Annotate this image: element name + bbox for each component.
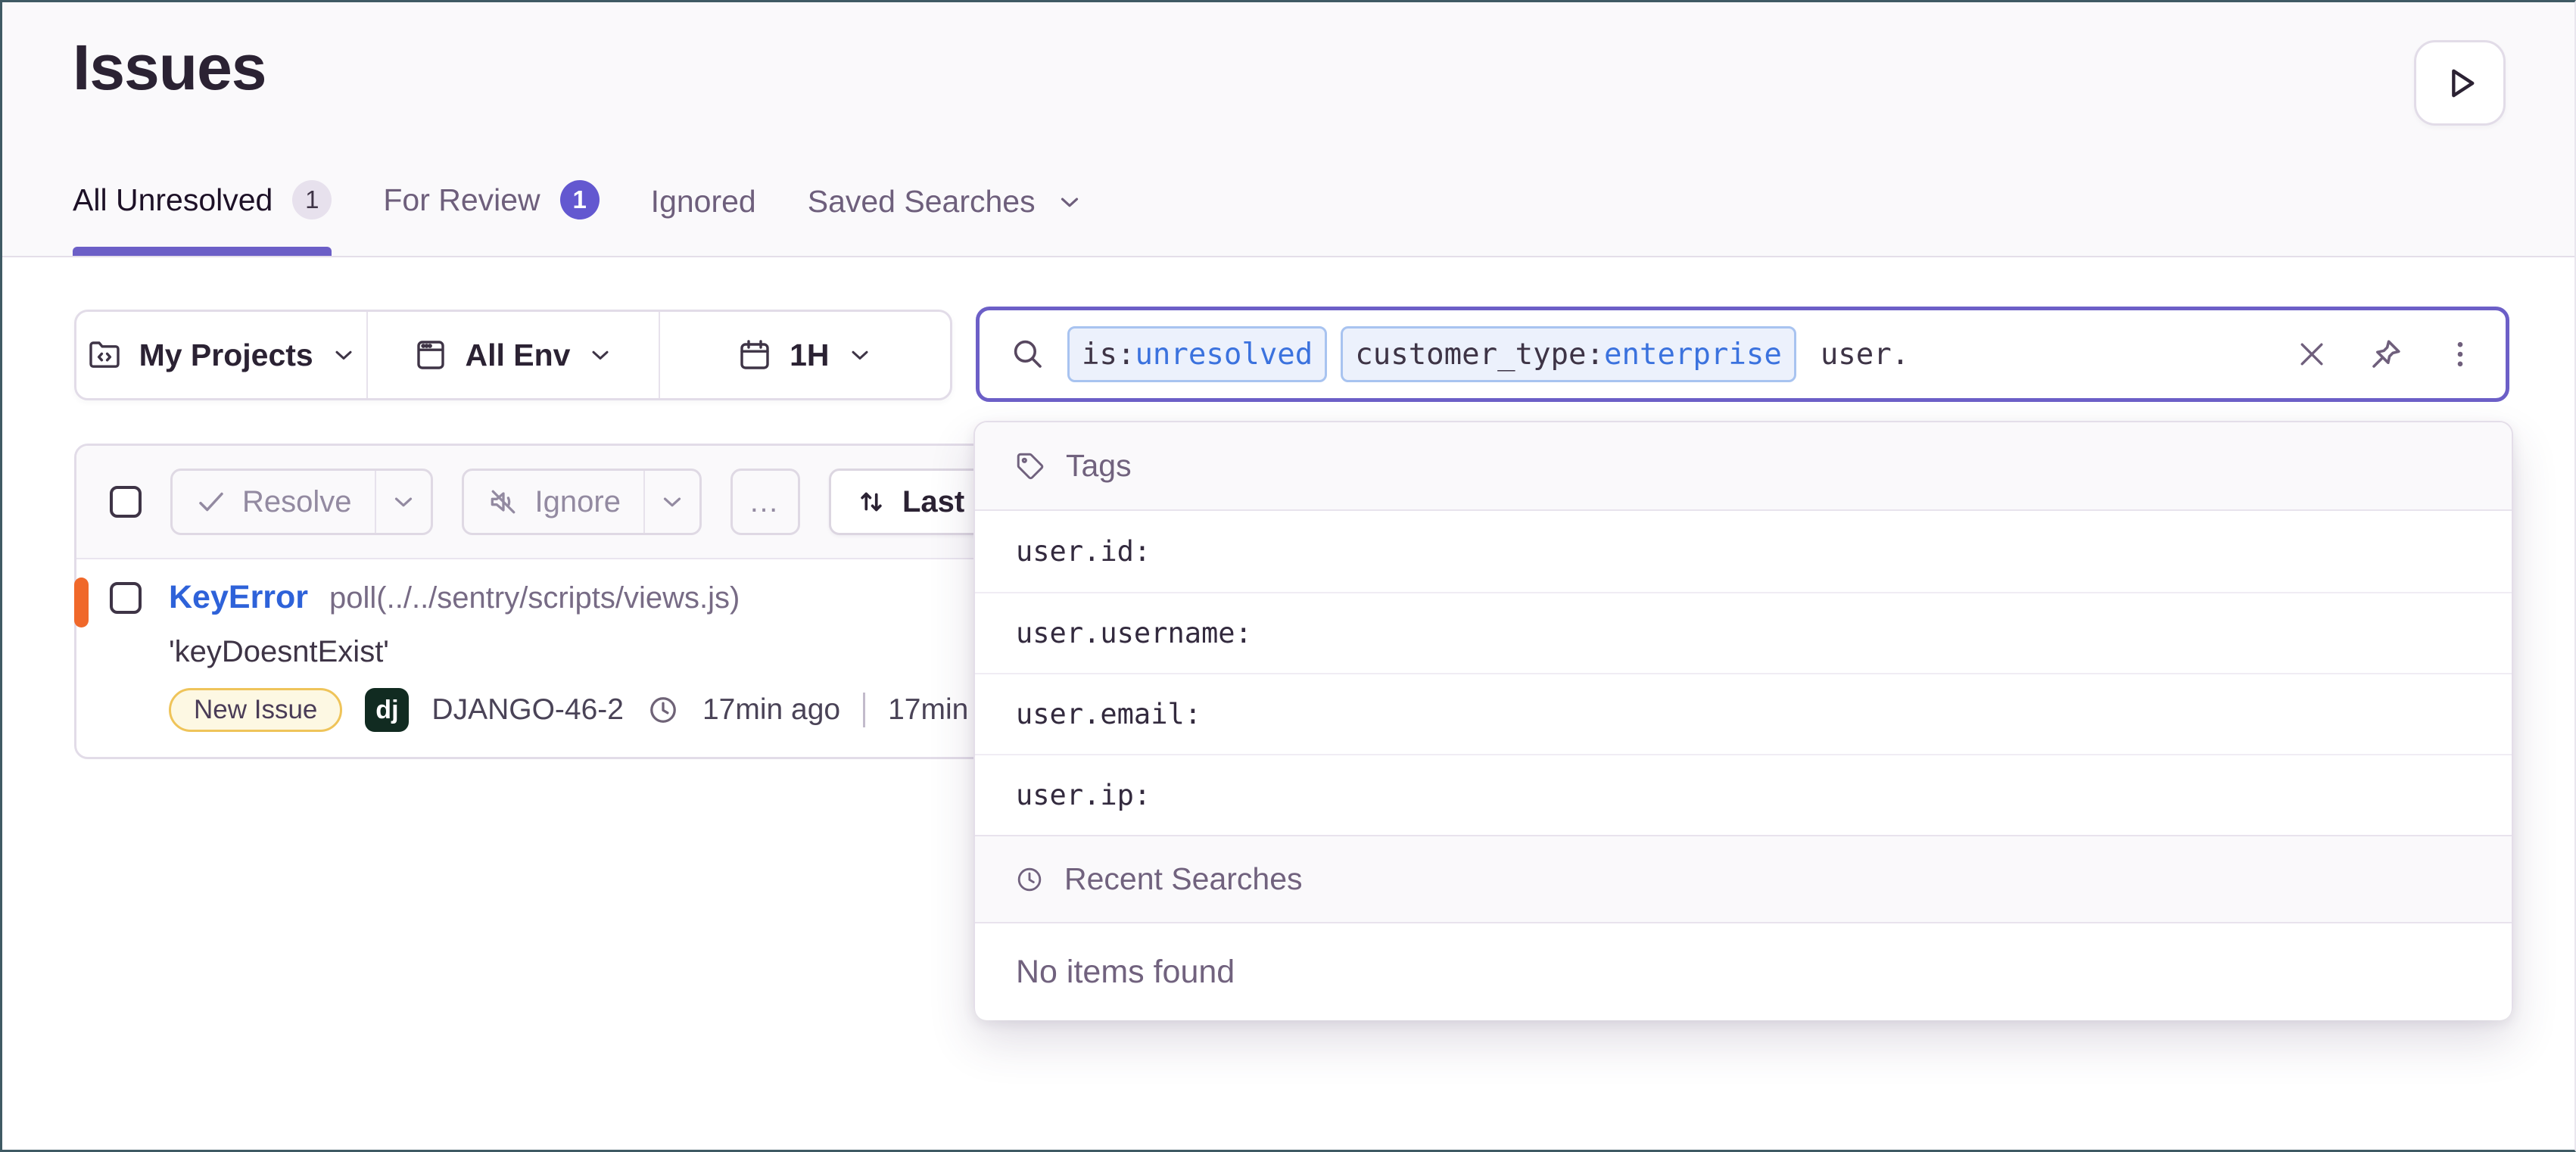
- calendar-icon: [737, 337, 773, 373]
- page-header: Issues All Unresolved 1 For Review 1 Ign…: [2, 2, 2574, 257]
- new-issue-badge: New Issue: [169, 688, 342, 732]
- resolve-split-button: Resolve: [170, 469, 433, 535]
- ignore-split-button: Ignore: [462, 469, 702, 535]
- active-tab-underline: [73, 247, 332, 256]
- play-tour-button[interactable]: [2414, 40, 2506, 126]
- recent-searches-empty: No items found: [975, 923, 2512, 1020]
- search-token-customer-type[interactable]: customer_type:enterprise: [1341, 326, 1796, 382]
- recent-searches-title: Recent Searches: [1064, 861, 1303, 897]
- check-icon: [195, 486, 227, 518]
- ignore-dropdown-caret[interactable]: [643, 471, 699, 533]
- clock-icon: [1014, 864, 1045, 895]
- issue-title-link[interactable]: KeyError: [169, 579, 308, 616]
- ellipsis-icon: …: [749, 485, 782, 519]
- tab-ignored[interactable]: Ignored: [651, 184, 756, 256]
- chevron-down-icon: [587, 341, 614, 369]
- tab-for-review[interactable]: For Review 1: [383, 180, 599, 256]
- issue-tabs: All Unresolved 1 For Review 1 Ignored Sa…: [73, 180, 1084, 256]
- issue-short-id: DJANGO-46-2: [431, 693, 624, 727]
- mute-icon: [487, 485, 520, 518]
- error-level-bar: [74, 578, 89, 627]
- resolve-button[interactable]: Resolve: [173, 471, 375, 533]
- tab-label: Ignored: [651, 184, 756, 220]
- token-value: enterprise: [1604, 338, 1782, 372]
- chevron-down-icon: [846, 341, 874, 369]
- token-value: unresolved: [1135, 338, 1313, 372]
- tag-icon: [1014, 450, 1046, 482]
- ignore-label: Ignore: [535, 485, 621, 519]
- search-input-text[interactable]: user.: [1821, 338, 1909, 372]
- issue-search-bar[interactable]: is:unresolved customer_type:enterprise u…: [976, 307, 2509, 402]
- play-icon: [2441, 64, 2480, 103]
- tab-count-badge: 1: [292, 180, 332, 220]
- tab-all-unresolved[interactable]: All Unresolved 1: [73, 180, 332, 256]
- time-range-label: 1H: [790, 338, 829, 373]
- tab-label: For Review: [383, 182, 540, 218]
- tab-count-badge: 1: [560, 180, 600, 220]
- recent-searches-header: Recent Searches: [975, 835, 2512, 923]
- sort-arrows-icon: [854, 484, 889, 519]
- tab-saved-searches[interactable]: Saved Searches: [808, 184, 1084, 256]
- more-actions-button[interactable]: …: [730, 469, 800, 535]
- resolve-label: Resolve: [242, 485, 352, 519]
- select-all-checkbox[interactable]: [110, 486, 142, 518]
- chevron-down-icon: [1055, 188, 1084, 216]
- tags-section-header: Tags: [975, 422, 2512, 511]
- search-actions: [2295, 310, 2477, 398]
- search-menu-kebab-icon[interactable]: [2444, 338, 2477, 371]
- issue-culprit: poll(../../sentry/scripts/views.js): [329, 581, 740, 615]
- resolve-dropdown-caret[interactable]: [375, 471, 431, 533]
- clock-icon: [646, 693, 680, 727]
- page-filter-bar: My Projects All Env 1H: [74, 310, 952, 400]
- tag-suggestion-user-ip[interactable]: user.ip:: [975, 754, 2512, 835]
- tag-suggestion-user-id[interactable]: user.id:: [975, 511, 2512, 592]
- tab-label: Saved Searches: [808, 184, 1036, 220]
- token-key: customer_type:: [1355, 338, 1604, 372]
- ignore-button[interactable]: Ignore: [464, 471, 643, 533]
- tags-section-title: Tags: [1066, 448, 1132, 484]
- issue-age: 17min ago: [702, 693, 840, 727]
- project-filter-label: My Projects: [139, 338, 313, 373]
- clear-search-icon[interactable]: [2295, 338, 2328, 371]
- environment-filter[interactable]: All Env: [366, 312, 658, 398]
- django-project-icon: dj: [365, 688, 409, 732]
- issue-heading: KeyError poll(../../sentry/scripts/views…: [169, 579, 740, 616]
- pin-search-icon[interactable]: [2368, 336, 2404, 372]
- tag-suggestion-user-username[interactable]: user.username:: [975, 592, 2512, 673]
- tag-suggestion-user-email[interactable]: user.email:: [975, 673, 2512, 754]
- issue-meta: New Issue dj DJANGO-46-2 17min ago 17min…: [169, 688, 1016, 732]
- meta-divider: [863, 693, 865, 727]
- page-title: Issues: [73, 31, 266, 104]
- search-icon: [1010, 336, 1046, 372]
- tab-label: All Unresolved: [73, 182, 273, 218]
- issue-checkbox[interactable]: [110, 582, 142, 614]
- time-range-filter[interactable]: 1H: [659, 312, 950, 398]
- search-token-is-unresolved[interactable]: is:unresolved: [1067, 326, 1327, 382]
- chevron-down-icon: [330, 341, 357, 369]
- environment-filter-label: All Env: [466, 338, 571, 373]
- issue-message: 'keyDoesntExist': [169, 635, 389, 669]
- project-filter[interactable]: My Projects: [76, 312, 366, 398]
- window-icon: [413, 337, 449, 373]
- token-key: is:: [1082, 338, 1135, 372]
- search-suggestions-dropdown: Tags user.id: user.username: user.email:…: [973, 421, 2513, 1019]
- project-folder-icon: [86, 337, 123, 373]
